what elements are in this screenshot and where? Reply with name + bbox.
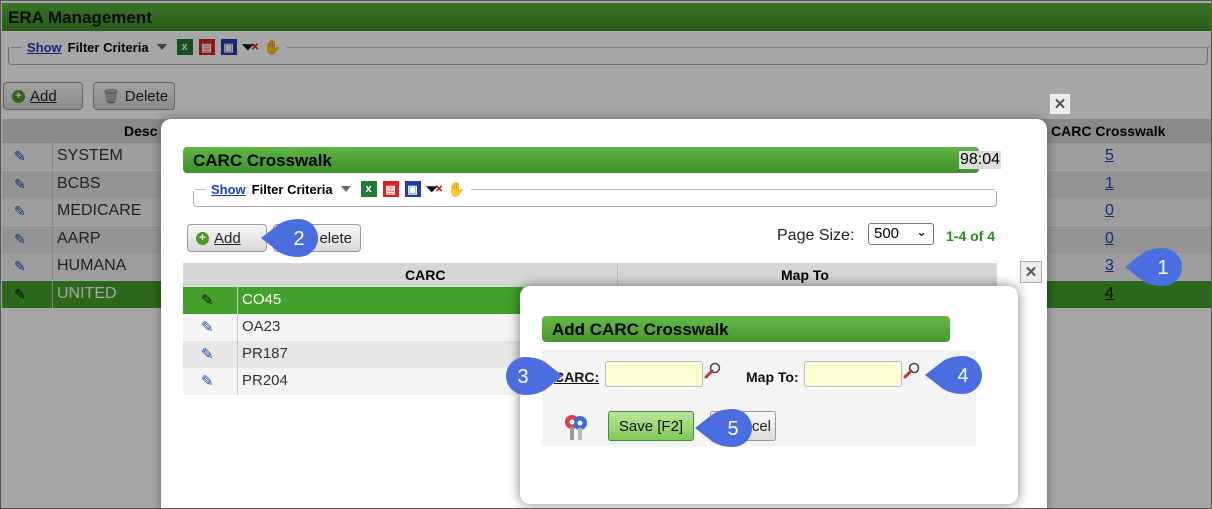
edit-icon[interactable]: ✎ [201, 318, 214, 336]
crosswalk-dialog-title: CARC Crosswalk [183, 147, 979, 173]
edit-icon[interactable]: ✎ [201, 345, 214, 363]
pdf-export-icon[interactable]: ▤ [382, 181, 399, 197]
page-size-label: Page Size: [777, 227, 855, 244]
page-size-value: 500 [874, 225, 900, 242]
add-button-label: Add [214, 229, 241, 247]
column-map-to[interactable]: Map To [781, 267, 829, 283]
close-crosswalk-dialog-button[interactable]: ✕ [1049, 93, 1071, 115]
edit-icon[interactable]: ✎ [201, 372, 214, 390]
keys-icon [565, 415, 587, 440]
chevron-down-icon: ⌄ [916, 224, 927, 239]
carc-input[interactable] [605, 361, 703, 387]
add-carc-crosswalk-dialog: Add CARC Crosswalk CARC: Map To: Save [F… [520, 286, 1018, 504]
crosswalk-grid-header: CARC Map To [183, 263, 997, 287]
record-count: 1-4 of 4 [946, 228, 996, 244]
carc-code: CO45 [242, 291, 282, 308]
callout-label: 5 [727, 418, 738, 440]
dialog-filter-bar: Show Filter Criteria x ▤ ▣ ⏷ ✕ ✋ [195, 177, 995, 201]
callout-marker-4: 4 [925, 356, 982, 394]
callout-marker-2: 2 [261, 219, 318, 257]
carc-code: OA23 [242, 318, 281, 335]
edit-icon[interactable]: ✎ [201, 291, 214, 309]
carc-code: PR187 [242, 345, 288, 362]
callout-label: 4 [957, 365, 968, 387]
save-icon[interactable]: ▣ [404, 181, 421, 197]
header-divider [617, 263, 618, 287]
hand-icon[interactable]: ✋ [448, 181, 465, 197]
cell-divider [237, 287, 238, 314]
callout-marker-1: 1 [1125, 248, 1182, 286]
callout-marker-3: 3 [506, 357, 563, 395]
column-carc[interactable]: CARC [405, 267, 445, 283]
callout-label: 2 [293, 228, 304, 250]
map-to-input[interactable] [804, 361, 902, 387]
callout-label: 1 [1157, 257, 1168, 279]
add-icon: + [196, 231, 209, 245]
era-management-window: ERA Management Show Filter Criteria x ▤ … [0, 0, 1212, 509]
cell-divider [237, 314, 238, 341]
add-dialog-title: Add CARC Crosswalk [542, 316, 950, 342]
carc-lookup-icon[interactable] [704, 362, 722, 380]
cell-divider [237, 368, 238, 395]
map-to-lookup-icon[interactable] [903, 362, 921, 380]
excel-export-icon[interactable]: x [360, 181, 377, 197]
clear-filter-icon[interactable]: ⏷ ✕ [426, 181, 443, 198]
close-add-dialog-button[interactable]: ✕ [1020, 261, 1042, 283]
filter-dropdown-icon[interactable] [340, 186, 351, 192]
carc-code: PR204 [242, 372, 288, 389]
save-button[interactable]: Save [F2] [608, 411, 694, 441]
crosswalk-add-button[interactable]: + Add [187, 224, 267, 252]
filter-criteria-label: Filter Criteria [251, 181, 333, 197]
filter-line [195, 188, 205, 190]
filter-line [470, 188, 995, 190]
show-filter-link[interactable]: Show [211, 182, 246, 197]
map-to-label: Map To: [746, 369, 799, 385]
cell-divider [237, 341, 238, 368]
callout-marker-5: 5 [695, 409, 752, 447]
page-size-select[interactable]: 500 ⌄ [868, 223, 934, 245]
session-timer: 98:04 [959, 151, 1002, 169]
callout-label: 3 [517, 366, 528, 388]
